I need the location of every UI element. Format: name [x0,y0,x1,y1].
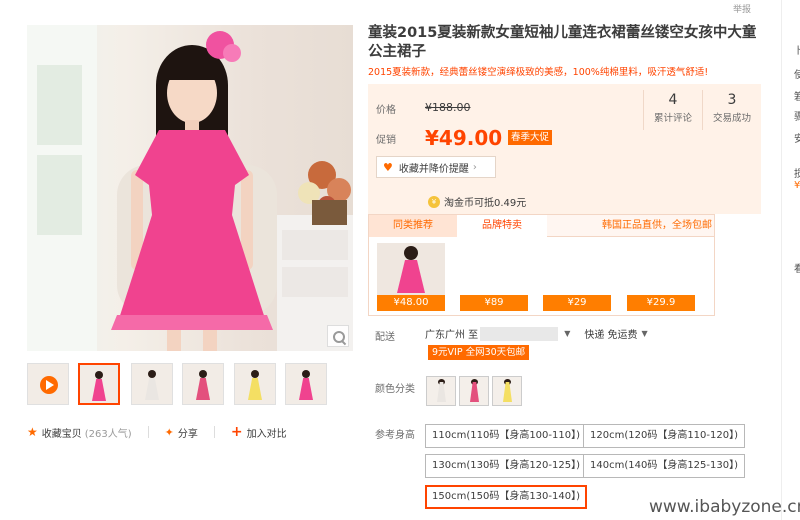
recommended-price[interactable]: ¥29.9 [627,295,695,311]
collect-count: (263人气) [84,428,132,440]
chevron-down-icon[interactable]: ▼ [642,329,648,338]
thumbnail-pink-dress-2[interactable] [285,363,327,405]
recommended-price[interactable]: ¥29 [543,295,611,311]
size-option-130[interactable]: 130cm(130码【身高120-125】) [425,454,587,478]
thumbnail-pink-dress[interactable] [78,363,120,405]
shipping-label: 配送 [375,332,395,343]
size-option-150-selected[interactable]: 150cm(150码【身高130-140】) [425,485,587,509]
tab-brand-sale[interactable]: 品牌特卖 [457,215,547,238]
sales-count[interactable]: 3 交易成功 [702,90,761,130]
sales-stats: 4 累计评论 3 交易成功 [643,90,761,130]
divider [213,426,215,438]
shipping-row: 广东广州 至 ▼ 快递 免运费 ▼ [425,326,662,341]
chevron-down-icon[interactable]: ▼ [564,329,570,338]
promo-badge: 春季大促 [508,130,553,145]
recommendation-panel: 同类推荐 品牌特卖 韩国正品直供，全场包邮 ¥48.00 ¥89 ¥29 ¥29… [368,214,715,316]
taojinbi-row: ¥ 淘金币可抵0.49元 [428,194,526,209]
divider [147,426,149,438]
product-actions: ★ 收藏宝贝 (263人气) ✦ 分享 + 加入对比 [27,424,287,440]
price-panel: 价格 ¥188.00 促销 ¥49.00 春季大促 4 累计评论 3 交易成功 … [368,84,761,214]
price-alert-button[interactable]: ♥ 收藏并降价提醒 › [376,156,496,178]
recommendation-tabs: 同类推荐 品牌特卖 韩国正品直供，全场包邮 [369,215,714,238]
destination-select[interactable] [480,326,559,341]
thumbnail-strip [27,363,357,407]
recommended-item-image[interactable] [377,243,445,297]
report-link[interactable]: 举报 [733,2,751,15]
color-label: 颜色分类 [375,384,415,395]
thumbnail-yellow-dress[interactable] [234,363,276,405]
product-subtitle: 2015夏装新款，经典蕾丝镂空演绎极致的美感，100%纯棉里料，吸汗透气舒适! [368,67,709,78]
plus-icon: + [230,424,243,440]
promo-label: 促销 [376,135,396,146]
side-column: 卜 使 箬 骤 安 损 ¥ 看 [781,0,800,520]
sale-price: ¥49.00 [425,126,503,150]
vip-shipping-badge[interactable]: 9元VIP 全网30天包邮 [428,345,530,360]
color-swatch-yellow[interactable] [492,376,522,406]
color-swatch-white[interactable] [426,376,456,406]
product-photo [27,25,353,351]
collect-item-link[interactable]: ★ 收藏宝贝 (263人气) [27,425,132,440]
play-icon [40,376,58,394]
size-option-110[interactable]: 110cm(110码【身高100-110】) [425,424,587,448]
watermark: www.ibabyzone.cn [649,497,800,517]
size-option-140[interactable]: 140cm(140码【身高125-130】) [583,454,745,478]
recommended-photo [377,243,445,297]
main-product-image[interactable] [27,25,353,351]
size-option-120[interactable]: 120cm(120码【身高110-120】) [583,424,745,448]
product-title: 童装2015夏装新款女童短袖儿童连衣裙蕾丝镂空女孩中大童公主裙子 [368,25,757,60]
color-swatch-rose[interactable] [459,376,489,406]
zoom-icon[interactable] [327,325,349,347]
compare-link[interactable]: + 加入对比 [231,425,287,440]
heart-icon: ♥ [383,160,393,174]
size-label: 参考身高 [375,430,415,441]
recommended-price[interactable]: ¥89 [460,295,528,311]
tab-similar[interactable]: 同类推荐 [369,215,457,237]
chevron-right-icon: › [472,161,477,173]
recommend-note[interactable]: 韩国正品直供，全场包邮 [602,215,712,237]
recommended-price[interactable]: ¥48.00 [377,295,445,311]
ship-from: 广东广州 至 [425,330,479,341]
thumbnail-video[interactable] [27,363,69,405]
price-label: 价格 [376,105,396,116]
thumbnail-rose-dress[interactable] [182,363,224,405]
shipping-method[interactable]: 快递 免运费 [584,326,637,341]
original-price: ¥188.00 [425,101,471,114]
share-icon: ✦ [164,425,174,439]
star-icon: ★ [27,425,38,439]
thumbnail-white-dress[interactable] [131,363,173,405]
share-link[interactable]: ✦ 分享 [165,425,198,440]
coin-icon: ¥ [428,195,440,208]
review-count[interactable]: 4 累计评论 [643,90,702,130]
